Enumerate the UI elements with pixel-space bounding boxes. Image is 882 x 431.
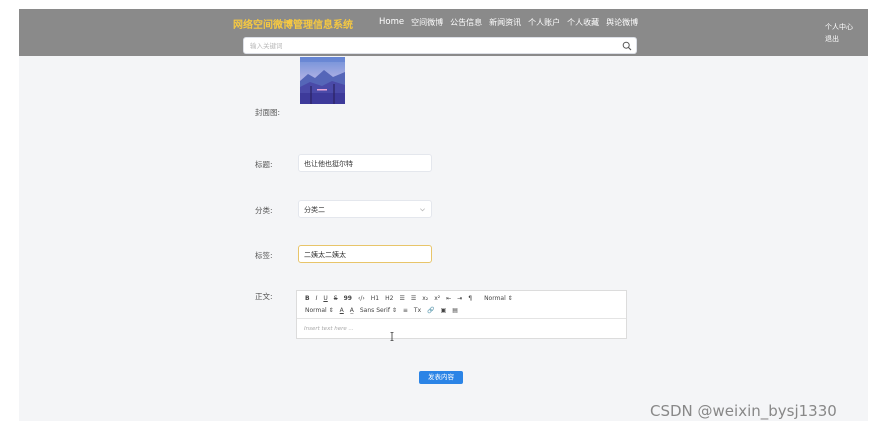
- link-button[interactable]: 🔗: [427, 307, 434, 314]
- body-label: 正文:: [255, 292, 273, 301]
- indent-button[interactable]: ⇥: [457, 295, 462, 302]
- nav-favorites[interactable]: 个人收藏: [567, 17, 599, 28]
- background-color-button[interactable]: A̲: [350, 307, 354, 314]
- image-button[interactable]: ▣: [441, 307, 447, 314]
- font-select[interactable]: Sans Serif ⇕: [360, 307, 397, 314]
- top-navbar: 网络空间微博管理信息系统 Home 空间微博 公告信息 新闻资讯 个人账户 个人…: [19, 9, 868, 56]
- ordered-list-button[interactable]: ☰: [399, 295, 404, 302]
- bold-button[interactable]: B: [305, 295, 310, 302]
- tags-label: 标签:: [255, 251, 273, 260]
- blockquote-button[interactable]: 99: [344, 295, 352, 302]
- clear-format-button[interactable]: Tx: [414, 307, 421, 314]
- search-bar: [243, 37, 637, 54]
- strike-button[interactable]: S: [334, 295, 338, 302]
- tags-input[interactable]: 二姨太二姨太: [298, 245, 432, 263]
- code-block-button[interactable]: ‹/›: [358, 295, 365, 302]
- nav-account[interactable]: 个人账户: [528, 17, 560, 28]
- header-select[interactable]: Normal ⇕: [305, 307, 334, 314]
- italic-button[interactable]: I: [316, 295, 318, 302]
- tags-value: 二姨太二姨太: [304, 251, 346, 259]
- main-nav: Home 空间微博 公告信息 新闻资讯 个人账户 个人收藏 舆论微博: [379, 17, 638, 28]
- cover-image[interactable]: [300, 57, 345, 104]
- text-cursor-icon: [390, 332, 394, 341]
- title-label: 标题:: [255, 160, 273, 169]
- editor-toolbar: B I U S 99 ‹/› H1 H2 ☰ ☰ x₂ x² ⇤ ⇥ ¶ Nor…: [297, 291, 626, 319]
- nav-space-weibo[interactable]: 空间微博: [411, 17, 443, 28]
- category-label: 分类:: [255, 206, 273, 215]
- cover-label: 封面图:: [255, 108, 281, 117]
- bullet-list-button[interactable]: ☰: [411, 295, 416, 302]
- underline-button[interactable]: U: [323, 295, 327, 302]
- nav-home[interactable]: Home: [379, 17, 404, 28]
- app-frame: 网络空间微博管理信息系统 Home 空间微博 公告信息 新闻资讯 个人账户 个人…: [19, 9, 868, 421]
- outdent-button[interactable]: ⇤: [446, 295, 451, 302]
- editor-content[interactable]: Insert text here ...: [304, 326, 354, 332]
- nav-opinion-weibo[interactable]: 舆论微博: [606, 17, 638, 28]
- h1-button[interactable]: H1: [371, 295, 379, 302]
- personal-center-link[interactable]: 个人中心: [825, 22, 853, 32]
- video-button[interactable]: ▤: [452, 307, 458, 314]
- user-links: 个人中心 退出: [825, 22, 853, 44]
- editor-toolbar-row-1: B I U S 99 ‹/› H1 H2 ☰ ☰ x₂ x² ⇤ ⇥ ¶ Nor…: [305, 295, 513, 302]
- editor-toolbar-row-2: Normal ⇕ A A̲ Sans Serif ⇕ ≡ Tx 🔗 ▣ ▤: [305, 307, 458, 314]
- size-select[interactable]: Normal ⇕: [484, 295, 513, 302]
- superscript-button[interactable]: x²: [434, 295, 440, 302]
- watermark: CSDN @weixin_bysj1330: [650, 402, 837, 420]
- search-icon[interactable]: [622, 41, 632, 51]
- title-input[interactable]: 也让他也挺尔特: [298, 154, 432, 172]
- text-direction-button[interactable]: ¶: [468, 295, 472, 302]
- font-color-button[interactable]: A: [340, 307, 344, 314]
- publish-button[interactable]: 发表内容: [419, 371, 463, 384]
- align-button[interactable]: ≡: [403, 307, 408, 314]
- nav-news[interactable]: 新闻资讯: [489, 17, 521, 28]
- subscript-button[interactable]: x₂: [422, 295, 428, 302]
- category-value: 分类二: [304, 206, 325, 214]
- category-select[interactable]: 分类二: [298, 200, 432, 218]
- search-input[interactable]: [250, 40, 610, 52]
- rich-text-editor: B I U S 99 ‹/› H1 H2 ☰ ☰ x₂ x² ⇤ ⇥ ¶ Nor…: [296, 290, 627, 339]
- h2-button[interactable]: H2: [385, 295, 393, 302]
- nav-announcements[interactable]: 公告信息: [450, 17, 482, 28]
- site-brand[interactable]: 网络空间微博管理信息系统: [233, 16, 353, 31]
- title-value: 也让他也挺尔特: [304, 160, 353, 168]
- logout-link[interactable]: 退出: [825, 34, 853, 44]
- chevron-down-icon: [420, 208, 425, 212]
